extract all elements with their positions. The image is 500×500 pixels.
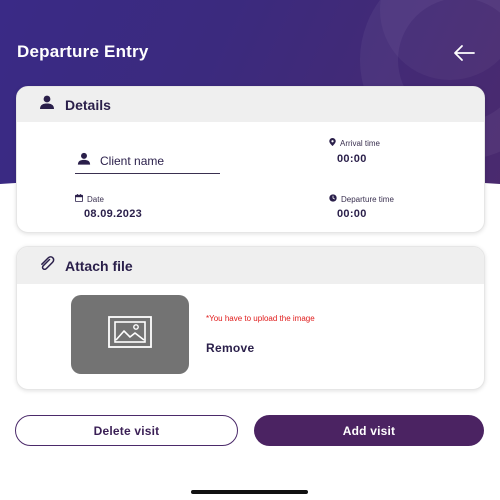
arrival-time-label: Arrival time — [329, 138, 380, 148]
date-label: Date — [75, 194, 104, 204]
departure-time-label-text: Departure time — [341, 194, 394, 204]
attach-file-card: Attach file *You have to upload the imag… — [16, 246, 485, 390]
arrival-time-value[interactable]: 00:00 — [337, 153, 367, 165]
arrival-time-label-text: Arrival time — [340, 138, 381, 148]
client-name-input[interactable] — [100, 154, 210, 168]
attach-file-heading: Attach file — [65, 257, 133, 274]
page-title: Departure Entry — [17, 42, 149, 61]
date-value[interactable]: 08.09.2023 — [84, 208, 142, 220]
arrow-left-icon[interactable] — [452, 43, 476, 63]
person-icon — [77, 152, 91, 170]
calendar-icon — [75, 194, 83, 204]
upload-warning: *You have to upload the image — [206, 314, 315, 323]
image-icon — [108, 316, 152, 353]
remove-image-button[interactable]: Remove — [206, 341, 255, 355]
paperclip-icon — [39, 256, 55, 275]
add-visit-button[interactable]: Add visit — [254, 415, 484, 446]
details-card: Details Arrival time 00:00 — [16, 86, 485, 233]
person-icon — [39, 95, 55, 114]
home-indicator — [191, 490, 308, 494]
date-label-text: Date — [87, 194, 104, 204]
details-header: Details — [17, 87, 484, 122]
departure-time-label: Departure time — [329, 194, 394, 204]
location-pin-icon — [329, 138, 336, 148]
attach-file-header: Attach file — [17, 247, 484, 284]
client-name-field[interactable] — [75, 149, 220, 174]
details-heading: Details — [65, 96, 111, 113]
delete-visit-button[interactable]: Delete visit — [15, 415, 238, 446]
departure-time-value[interactable]: 00:00 — [337, 208, 367, 220]
image-upload-placeholder[interactable] — [71, 295, 189, 374]
clock-icon — [329, 194, 337, 204]
